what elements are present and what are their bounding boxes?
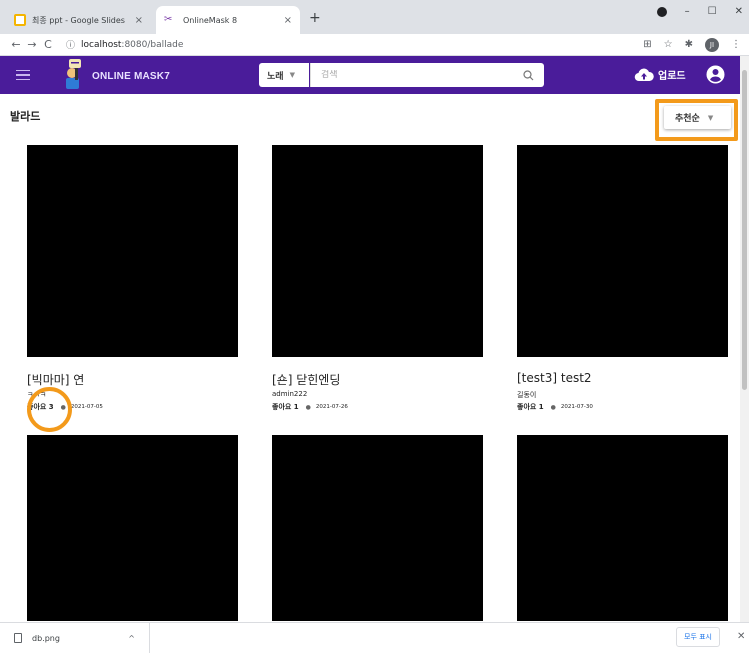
new-tab-button[interactable]: + bbox=[309, 10, 321, 26]
window-controls: – ☐ ✕ bbox=[656, 6, 743, 17]
search-input[interactable] bbox=[321, 70, 523, 80]
info-icon[interactable]: ⓘ bbox=[66, 38, 75, 51]
card-title[interactable]: [숀] 닫힌엔딩 bbox=[272, 371, 483, 387]
extensions-icon[interactable]: ✱ bbox=[685, 39, 693, 50]
translate-icon[interactable]: ⊞ bbox=[643, 39, 651, 50]
file-icon bbox=[14, 633, 22, 643]
mask-favicon-icon: ✂ bbox=[164, 14, 173, 25]
card-author: admin222 bbox=[272, 390, 308, 398]
card-title[interactable]: [test3] test2 bbox=[517, 371, 728, 387]
search-icon[interactable] bbox=[523, 69, 534, 81]
more-menu-icon[interactable]: ⋮ bbox=[731, 39, 741, 50]
back-button[interactable]: ← bbox=[8, 38, 24, 51]
url-host: localhost bbox=[81, 39, 122, 50]
close-icon[interactable]: × bbox=[135, 15, 143, 26]
show-all-button[interactable]: 모두 표시 bbox=[676, 627, 720, 647]
browser-actions: ⊞ ☆ ✱ JI ⋮ bbox=[643, 37, 741, 52]
caret-down-icon: ▼ bbox=[707, 113, 714, 122]
close-window-button[interactable]: ✕ bbox=[735, 6, 743, 17]
logo-icon[interactable] bbox=[60, 58, 88, 90]
upload-date: 2021-07-26 bbox=[315, 404, 348, 410]
video-thumbnail[interactable] bbox=[27, 145, 238, 357]
video-card[interactable]: [빅마마] 연 ㅋㅋㅋ 좋아요 3 ● 2021-07-05 bbox=[27, 145, 238, 412]
url-field[interactable]: ⓘ localhost:8080/ballade bbox=[66, 38, 184, 52]
caret-down-icon: ▼ bbox=[289, 71, 295, 79]
sort-value: 추천순 bbox=[675, 114, 700, 124]
card-author: 길동이 bbox=[517, 391, 537, 399]
separator-dot: ● bbox=[550, 403, 556, 411]
video-thumbnail[interactable] bbox=[517, 435, 728, 621]
minimize-button[interactable]: – bbox=[685, 6, 690, 17]
card-meta: 좋아요 1 ● 2021-07-30 bbox=[517, 402, 728, 412]
maximize-button[interactable]: ☐ bbox=[708, 6, 717, 17]
hamburger-menu-icon[interactable] bbox=[16, 69, 30, 81]
cloud-upload-icon bbox=[634, 68, 654, 81]
scrollbar-thumb[interactable] bbox=[742, 70, 747, 390]
tab-google-slides[interactable]: 최종 ppt - Google Slides × bbox=[6, 6, 151, 34]
sort-select[interactable]: 추천순 ▼ bbox=[664, 106, 731, 129]
download-filename: db.png bbox=[32, 633, 60, 643]
download-item[interactable]: db.png ^ bbox=[0, 622, 150, 653]
upload-date: 2021-07-05 bbox=[70, 404, 103, 410]
brand-name[interactable]: ONLINE MASK7 bbox=[92, 71, 170, 82]
separator-dot: ● bbox=[305, 403, 311, 411]
likes-count: 좋아요 1 bbox=[272, 403, 299, 411]
browser-tabstrip: 최종 ppt - Google Slides × ✂ OnlineMask 8 … bbox=[0, 0, 749, 34]
tab-title: 최종 ppt - Google Slides bbox=[32, 15, 125, 25]
card-meta: 좋아요 1 ● 2021-07-26 bbox=[272, 402, 483, 412]
google-slides-icon bbox=[14, 14, 26, 26]
video-card[interactable]: [숀] 닫힌엔딩 admin222 좋아요 1 ● 2021-07-26 bbox=[272, 145, 483, 412]
download-bar: db.png ^ bbox=[0, 622, 749, 653]
tab-onlinemask[interactable]: ✂ OnlineMask 8 × bbox=[156, 6, 300, 34]
tab-title: OnlineMask 8 bbox=[183, 15, 238, 25]
card-title[interactable]: [빅마마] 연 bbox=[27, 371, 238, 387]
reload-button[interactable]: C bbox=[40, 38, 56, 51]
forward-button[interactable]: → bbox=[24, 38, 40, 51]
record-icon[interactable] bbox=[656, 6, 667, 17]
close-icon[interactable]: × bbox=[284, 15, 292, 26]
app-header: ONLINE MASK7 노래 ▼ 업로드 bbox=[0, 56, 740, 94]
close-download-bar-button[interactable]: ✕ bbox=[737, 631, 745, 642]
chevron-up-icon[interactable]: ^ bbox=[128, 634, 135, 643]
video-thumbnail[interactable] bbox=[517, 145, 728, 357]
search-category-select[interactable]: 노래 ▼ bbox=[259, 63, 309, 87]
bookmark-star-icon[interactable]: ☆ bbox=[664, 39, 673, 50]
likes-highlight-circle bbox=[27, 387, 72, 432]
profile-avatar[interactable]: JI bbox=[705, 37, 719, 52]
video-thumbnail[interactable] bbox=[272, 145, 483, 357]
upload-date: 2021-07-30 bbox=[560, 404, 593, 410]
likes-count: 좋아요 1 bbox=[517, 403, 544, 411]
upload-label: 업로드 bbox=[658, 71, 686, 82]
address-bar: ← → C ⓘ localhost:8080/ballade ⊞ ☆ ✱ JI … bbox=[0, 34, 749, 56]
video-card[interactable]: [test3] test2 길동이 좋아요 1 ● 2021-07-30 bbox=[517, 145, 728, 412]
video-thumbnail[interactable] bbox=[272, 435, 483, 621]
url-path: :8080/ballade bbox=[121, 39, 184, 50]
search-box bbox=[310, 63, 544, 87]
search-category-value: 노래 bbox=[267, 71, 284, 82]
video-thumbnail[interactable] bbox=[27, 435, 238, 621]
upload-button[interactable]: 업로드 bbox=[634, 67, 686, 82]
page-title: 발라드 bbox=[10, 110, 41, 123]
account-circle-icon[interactable] bbox=[706, 65, 725, 84]
